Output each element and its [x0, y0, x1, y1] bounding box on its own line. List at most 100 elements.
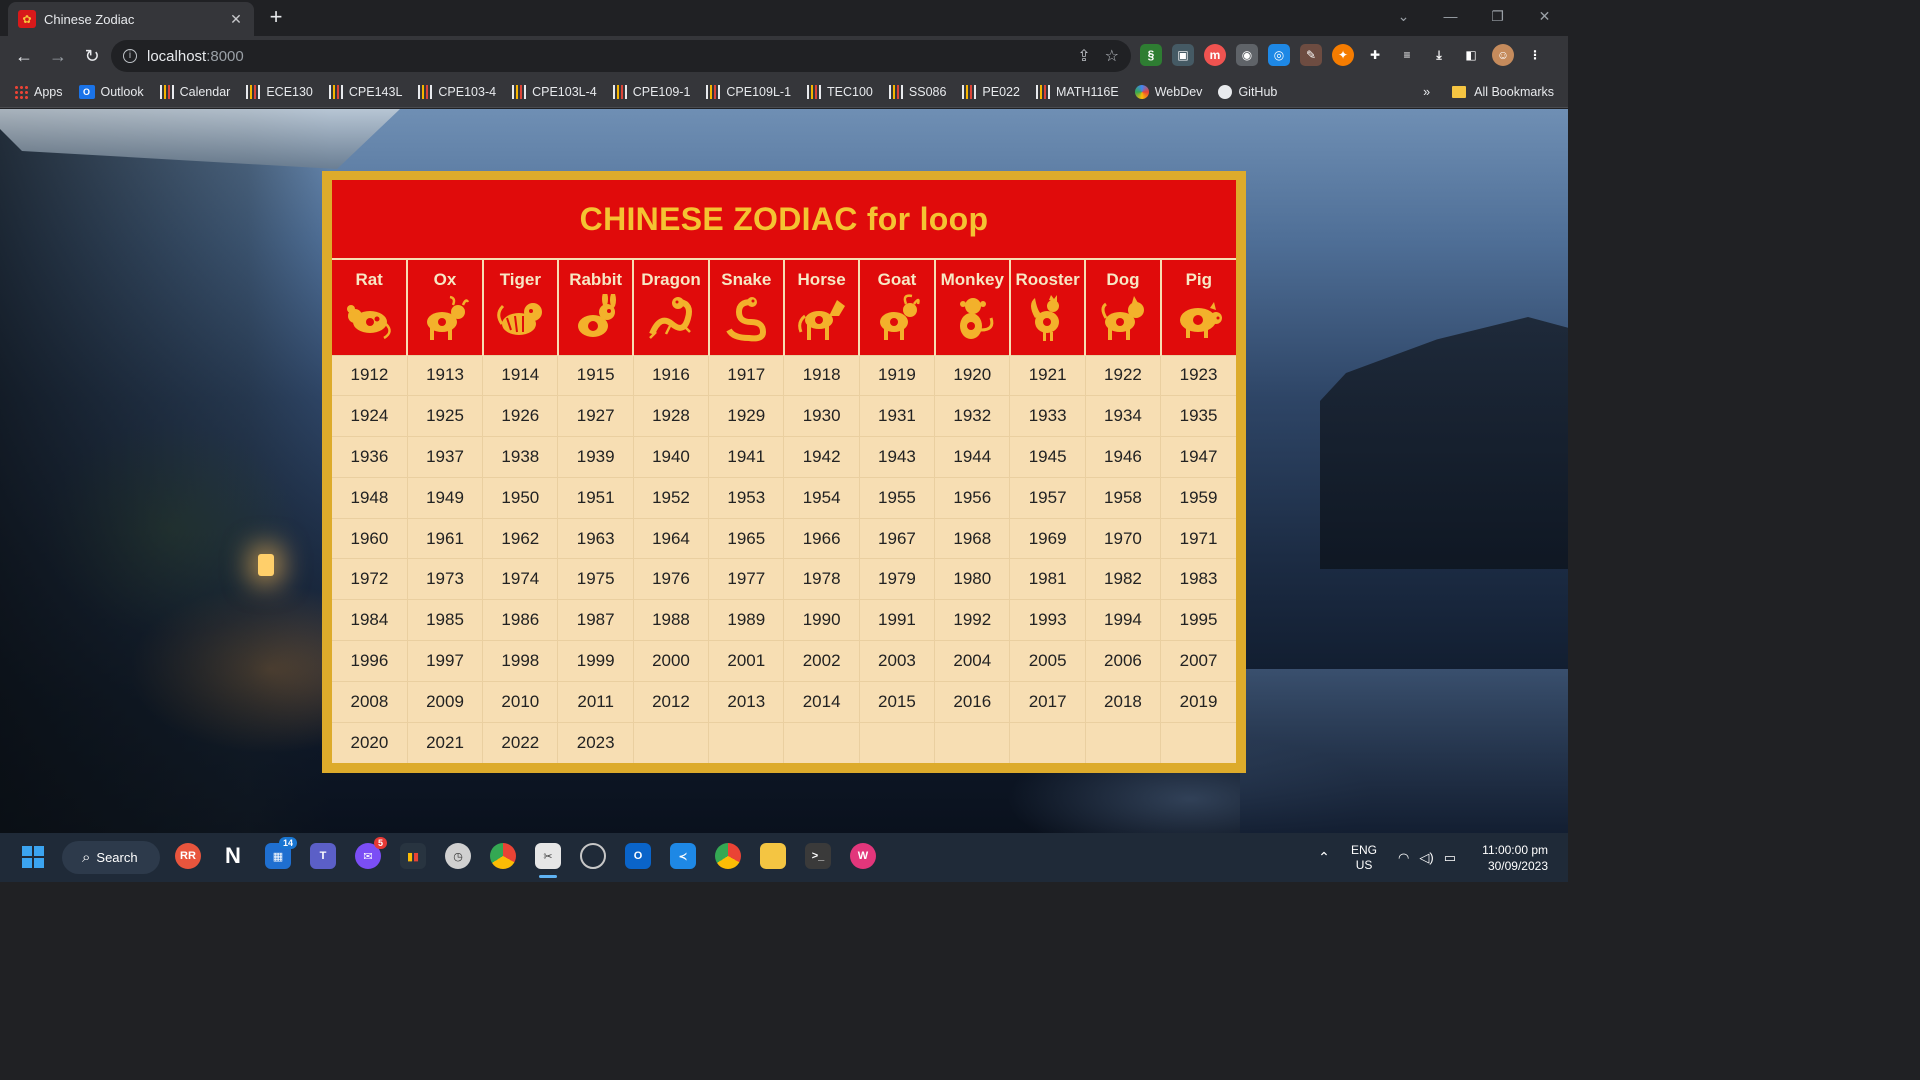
minimize-button[interactable]: —	[1427, 8, 1474, 24]
year-cell: 1936	[332, 436, 408, 478]
extension-green-icon[interactable]: §	[1140, 44, 1162, 66]
taskbar-messenger-icon[interactable]: ✉ 5	[355, 837, 387, 869]
year-cell: 1912	[332, 354, 408, 396]
bookmark-cpe109l-1[interactable]: CPE109L-1	[706, 84, 791, 99]
taskbar-chrome-profile-icon[interactable]	[715, 843, 741, 869]
year-cell: 2006	[1084, 640, 1161, 682]
year-cell: 1947	[1160, 436, 1236, 478]
taskbar-vscode-icon[interactable]: ≺	[670, 843, 696, 869]
year-cell	[783, 721, 860, 763]
year-cell: 1972	[332, 558, 408, 600]
monkey-icon	[960, 298, 994, 339]
bookmark-cpe103-4[interactable]: CPE103-4	[418, 84, 496, 99]
year-cell: 1959	[1160, 476, 1236, 519]
bookmark-tec100[interactable]: TEC100	[807, 84, 873, 99]
close-window-button[interactable]: ✕	[1521, 8, 1568, 25]
taskbar-chrome-icon[interactable]	[490, 843, 516, 869]
taskbar-file-explorer-icon[interactable]	[760, 843, 786, 869]
share-icon[interactable]: ⇪	[1077, 46, 1090, 66]
tab-search-chevron-icon[interactable]: ⌄	[1380, 8, 1427, 25]
table-row: 1960 1961 1962 1963 1964 1965 1966 1967 1968 1969…	[332, 517, 1236, 559]
year-cell: 2007	[1160, 640, 1236, 682]
table-row: 1972 1973 1974 1975 1976 1977 1978 1979 1980 1981…	[332, 558, 1236, 600]
year-cell: 1933	[1009, 395, 1086, 437]
header-dog: Dog	[1084, 258, 1161, 355]
bookmark-github[interactable]: GitHub	[1218, 84, 1277, 99]
extension-page-icon[interactable]: ▣	[1172, 44, 1194, 66]
bookmarks-overflow-button[interactable]: »	[1423, 85, 1430, 99]
year-cell: 1929	[708, 395, 784, 437]
extension-blue-icon[interactable]: ◎	[1268, 44, 1290, 66]
taskbar-webex-icon[interactable]: W	[850, 843, 876, 869]
year-cell: 1970	[1084, 517, 1161, 559]
bookmark-calendar[interactable]: Calendar	[159, 84, 230, 99]
bookmark-cpe143l[interactable]: CPE143L	[328, 84, 402, 99]
reading-list-icon[interactable]: ≡	[1396, 44, 1418, 66]
year-table-body: 1912 1913 1914 1915 1916 1917 1918 1919 1920 1921…	[332, 354, 1236, 763]
extension-orange-icon[interactable]: ✦	[1332, 44, 1354, 66]
bookmark-cpe109-1[interactable]: CPE109-1	[612, 84, 690, 99]
header-rooster: Rooster	[1008, 258, 1086, 355]
year-cell: 1992	[934, 599, 1010, 641]
side-panel-icon[interactable]: ◧	[1460, 44, 1482, 66]
tray-overflow-chevron-icon[interactable]: ⌃	[1304, 849, 1344, 866]
bookmark-ss086[interactable]: SS086	[888, 84, 946, 99]
taskbar-profile-app[interactable]: RR	[175, 843, 201, 869]
year-cell: 2011	[557, 680, 634, 723]
extension-pen-icon[interactable]: ✎	[1300, 44, 1322, 66]
bookmark-pe022[interactable]: PE022	[962, 84, 1020, 99]
puzzle-icon[interactable]: ✚	[1364, 44, 1386, 66]
bookmark-cpe103l-4[interactable]: CPE103L-4	[512, 84, 597, 99]
download-icon[interactable]: ⤓	[1428, 44, 1450, 66]
reload-button[interactable]: ↻	[76, 40, 108, 72]
bookmark-webdev[interactable]: WebDev	[1134, 84, 1202, 99]
clock[interactable]: 11:00:00 pm 30/09/2023	[1468, 842, 1568, 874]
site-info-icon[interactable]: i	[123, 49, 137, 63]
taskbar-apps: RR N ▦ 14 T ✉ 5 ▮ ▮ ◷ ✂ O ≺ >_ W	[175, 837, 876, 878]
start-button[interactable]	[22, 846, 44, 868]
year-cell: 2008	[332, 680, 408, 723]
back-button[interactable]: ←	[8, 40, 40, 72]
taskbar-teams-icon[interactable]: T	[310, 843, 336, 869]
dog-icon	[1101, 296, 1144, 340]
header-ox: Ox	[406, 258, 483, 355]
restore-button[interactable]: ❐	[1474, 8, 1521, 25]
profile-avatar[interactable]: ☺	[1492, 44, 1514, 66]
rooster-icon	[1030, 295, 1059, 341]
tab-chinese-zodiac[interactable]: ✿ Chinese Zodiac ✕	[8, 2, 254, 36]
taskbar-clock-app-icon[interactable]: ◷	[445, 843, 471, 869]
year-cell	[1009, 721, 1086, 763]
year-cell: 1953	[708, 476, 784, 519]
year-cell: 1955	[858, 476, 935, 519]
bookmark-apps[interactable]: Apps	[14, 84, 63, 99]
bar-chart-icon	[612, 84, 627, 99]
bookmark-outlook[interactable]: O Outlook	[78, 84, 144, 99]
battery-icon: ▭	[1443, 849, 1456, 865]
wifi-icon: ◠	[1398, 849, 1410, 865]
taskbar-notion-icon[interactable]: N	[220, 843, 246, 869]
taskbar-terminal-icon[interactable]: >_	[805, 843, 831, 869]
bookmark-ece130[interactable]: ECE130	[246, 84, 313, 99]
taskbar-snipping-icon[interactable]: ✂	[535, 843, 561, 878]
taskbar-outlook-icon[interactable]: O	[625, 843, 651, 869]
close-tab-icon[interactable]: ✕	[228, 11, 244, 28]
tray-icons[interactable]: ◠ ◁) ▭	[1398, 850, 1456, 866]
new-tab-button[interactable]: +	[264, 5, 288, 29]
language-indicator[interactable]: ENG US	[1344, 843, 1384, 873]
taskbar-store-icon[interactable]: ▦ 14	[265, 837, 297, 869]
pig-icon	[1179, 302, 1222, 338]
camera-icon[interactable]: ◉	[1236, 44, 1258, 66]
year-cell: 1995	[1160, 599, 1236, 641]
bookmark-math116e[interactable]: MATH116E	[1035, 84, 1119, 99]
address-bar[interactable]: i localhost:8000 ⇪ ☆	[111, 40, 1131, 72]
taskbar-search[interactable]: ⌕ Search	[62, 841, 160, 874]
all-bookmarks-folder[interactable]: All Bookmarks	[1452, 85, 1554, 99]
taskbar-chart-icon[interactable]: ▮ ▮	[400, 843, 426, 869]
forward-button[interactable]: →	[42, 40, 74, 72]
bookmark-star-icon[interactable]: ☆	[1105, 46, 1119, 66]
extension-red-icon[interactable]: m	[1204, 44, 1226, 66]
taskbar-obs-icon[interactable]	[580, 843, 606, 869]
year-cell: 1932	[934, 395, 1010, 437]
menu-kebab-icon[interactable]: ⋮	[1524, 44, 1546, 66]
year-cell: 1934	[1084, 395, 1161, 437]
